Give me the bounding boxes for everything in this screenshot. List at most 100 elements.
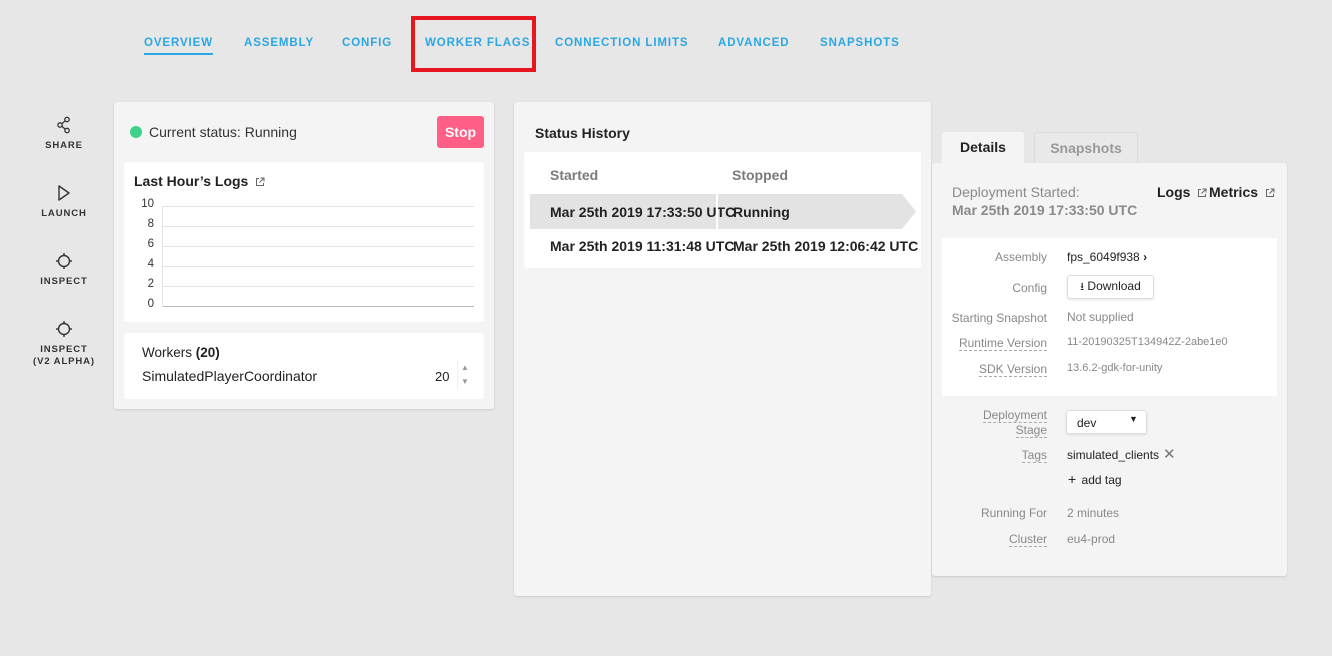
crosshair-icon bbox=[56, 253, 72, 269]
top-nav: OVERVIEW ASSEMBLY CONFIG WORKER FLAGS CO… bbox=[0, 0, 1332, 80]
status-history-table: Started Stopped Mar 25th 2019 17:33:50 U… bbox=[524, 152, 921, 268]
worker-count[interactable]: 20 bbox=[435, 369, 449, 384]
tab-assembly[interactable]: ASSEMBLY bbox=[244, 37, 314, 49]
external-link-icon bbox=[256, 177, 265, 187]
logs-link[interactable]: Logs bbox=[1157, 184, 1207, 200]
runtime-version-value: 11-20190325T134942Z-2abe1e0 bbox=[1067, 336, 1228, 348]
tab-worker-flags[interactable]: WORKER FLAGS bbox=[425, 37, 530, 49]
sidebar-item-inspect-v2[interactable]: INSPECT (V2 ALPHA) bbox=[28, 320, 100, 368]
download-label: Download bbox=[1087, 278, 1141, 293]
play-icon bbox=[58, 185, 70, 201]
sidebar-label-inspect-v2: INSPECT bbox=[40, 344, 88, 355]
cluster-label-text: Cluster bbox=[1008, 532, 1047, 547]
download-button[interactable]: ⭳ Download bbox=[1067, 275, 1154, 299]
metrics-link[interactable]: Metrics bbox=[1209, 184, 1275, 200]
tab-details[interactable]: Details bbox=[942, 132, 1024, 163]
workers-card: Workers (20) SimulatedPlayerCoordinator … bbox=[124, 333, 484, 399]
tags-label: Tags bbox=[937, 448, 1047, 463]
sidebar-item-inspect[interactable]: INSPECT bbox=[28, 252, 100, 288]
config-label: Config bbox=[1012, 281, 1047, 295]
status-dot bbox=[130, 126, 142, 138]
runtime-version-label-text: Runtime Version bbox=[958, 336, 1047, 351]
column-header-stopped: Stopped bbox=[732, 167, 788, 183]
deployment-started-value: Mar 25th 2019 17:33:50 UTC bbox=[952, 202, 1138, 218]
share-icon bbox=[57, 116, 70, 134]
starting-snapshot-label: Starting Snapshot bbox=[951, 311, 1047, 325]
crosshair-icon bbox=[56, 321, 72, 337]
status-history-title: Status History bbox=[535, 125, 630, 141]
tab-snapshots[interactable]: SNAPSHOTS bbox=[820, 37, 900, 49]
grid-line bbox=[162, 266, 474, 267]
tab-snapshots-details[interactable]: Snapshots bbox=[1034, 132, 1138, 163]
sidebar-label-launch: LAUNCH bbox=[41, 208, 87, 219]
logs-title-text: Last Hour’s Logs bbox=[134, 173, 249, 189]
tags-label-text: Tags bbox=[1021, 448, 1047, 463]
cell-divider bbox=[716, 194, 718, 229]
remove-tag-icon[interactable]: ✕ bbox=[1163, 445, 1176, 463]
x-axis-line bbox=[162, 306, 474, 307]
deployment-stage-label-2: Stage bbox=[1015, 423, 1047, 438]
y-tick-label: 6 bbox=[147, 238, 154, 250]
runtime-version-label: Runtime Version bbox=[937, 336, 1047, 351]
external-link-icon bbox=[1265, 188, 1275, 198]
sidebar-item-share[interactable]: SHARE bbox=[28, 116, 100, 152]
logs-link-text: Logs bbox=[1157, 184, 1191, 200]
tab-connection-limits[interactable]: CONNECTION LIMITS bbox=[555, 37, 689, 49]
table-row[interactable]: Mar 25th 2019 17:33:50 UTC Running bbox=[530, 194, 916, 229]
y-tick-label: 0 bbox=[147, 298, 154, 310]
tab-config[interactable]: CONFIG bbox=[342, 37, 392, 49]
sdk-version-value: 13.6.2-gdk-for-unity bbox=[1067, 362, 1163, 374]
status-panel: Current status: Running Stop Last Hour’s… bbox=[114, 102, 494, 409]
assembly-link[interactable]: fps_6049f938 › bbox=[1067, 250, 1147, 264]
deployment-started-label: Deployment Started: bbox=[952, 184, 1080, 200]
deployment-stage-value: dev bbox=[1077, 416, 1097, 430]
details-card: Assembly fps_6049f938 › Config ⭳ Downloa… bbox=[942, 238, 1277, 396]
y-tick-label: 4 bbox=[147, 258, 154, 270]
assembly-label: Assembly bbox=[994, 250, 1047, 264]
worker-name: SimulatedPlayerCoordinator bbox=[142, 368, 318, 384]
worker-count-stepper[interactable]: ▲ ▼ bbox=[457, 361, 472, 389]
y-axis-line bbox=[162, 206, 163, 307]
chevron-right-icon: › bbox=[1143, 250, 1148, 264]
row-arrow-icon bbox=[902, 194, 916, 229]
column-header-started: Started bbox=[550, 167, 599, 183]
starting-snapshot-value: Not supplied bbox=[1067, 310, 1134, 324]
y-tick-label: 2 bbox=[147, 278, 154, 290]
status-history-panel: Status History Started Stopped Mar 25th … bbox=[514, 102, 931, 596]
grid-line bbox=[162, 226, 474, 227]
workers-total: (20) bbox=[195, 345, 220, 360]
add-tag-button[interactable]: + add tag bbox=[1068, 471, 1122, 487]
stepper-down-icon[interactable]: ▼ bbox=[458, 375, 472, 389]
table-row[interactable]: Mar 25th 2019 11:31:48 UTC Mar 25th 2019… bbox=[530, 228, 918, 263]
grid-line bbox=[162, 206, 474, 207]
tab-overview[interactable]: OVERVIEW bbox=[144, 37, 213, 55]
external-link-icon bbox=[1198, 188, 1207, 198]
sidebar-label-v2-alpha: (V2 ALPHA) bbox=[33, 356, 95, 367]
running-for-value: 2 minutes bbox=[1067, 506, 1120, 520]
assembly-value: fps_6049f938 bbox=[1067, 250, 1140, 264]
stop-button[interactable]: Stop bbox=[437, 116, 484, 148]
plus-icon: + bbox=[1068, 471, 1077, 487]
cell-started: Mar 25th 2019 11:31:48 UTC bbox=[550, 238, 735, 254]
deployment-stage-select[interactable]: dev ▼ bbox=[1066, 410, 1147, 434]
deployment-stage-label: Deployment bbox=[937, 408, 1047, 423]
cluster-value: eu4-prod bbox=[1067, 532, 1116, 546]
caret-down-icon: ▼ bbox=[1129, 414, 1138, 424]
sdk-version-label: SDK Version bbox=[937, 362, 1047, 377]
cluster-label: Cluster bbox=[937, 532, 1047, 547]
grid-line bbox=[162, 246, 474, 247]
status-text: Current status: Running bbox=[149, 124, 297, 140]
add-tag-label: add tag bbox=[1081, 473, 1122, 487]
tab-advanced[interactable]: ADVANCED bbox=[718, 37, 790, 49]
grid-line bbox=[162, 286, 474, 287]
logs-card: Last Hour’s Logs 10 8 6 4 2 0 bbox=[124, 162, 484, 322]
sdk-version-label-text: SDK Version bbox=[978, 362, 1047, 377]
sidebar-label-inspect: INSPECT bbox=[40, 276, 88, 287]
y-tick-label: 10 bbox=[141, 198, 154, 210]
tag-value: simulated_clients bbox=[1067, 448, 1160, 462]
running-for-label: Running For bbox=[980, 506, 1047, 520]
stepper-up-icon[interactable]: ▲ bbox=[458, 361, 472, 375]
sidebar-item-launch[interactable]: LAUNCH bbox=[28, 184, 100, 220]
workers-title: Workers (20) bbox=[142, 345, 220, 360]
logs-title[interactable]: Last Hour’s Logs bbox=[134, 173, 265, 189]
